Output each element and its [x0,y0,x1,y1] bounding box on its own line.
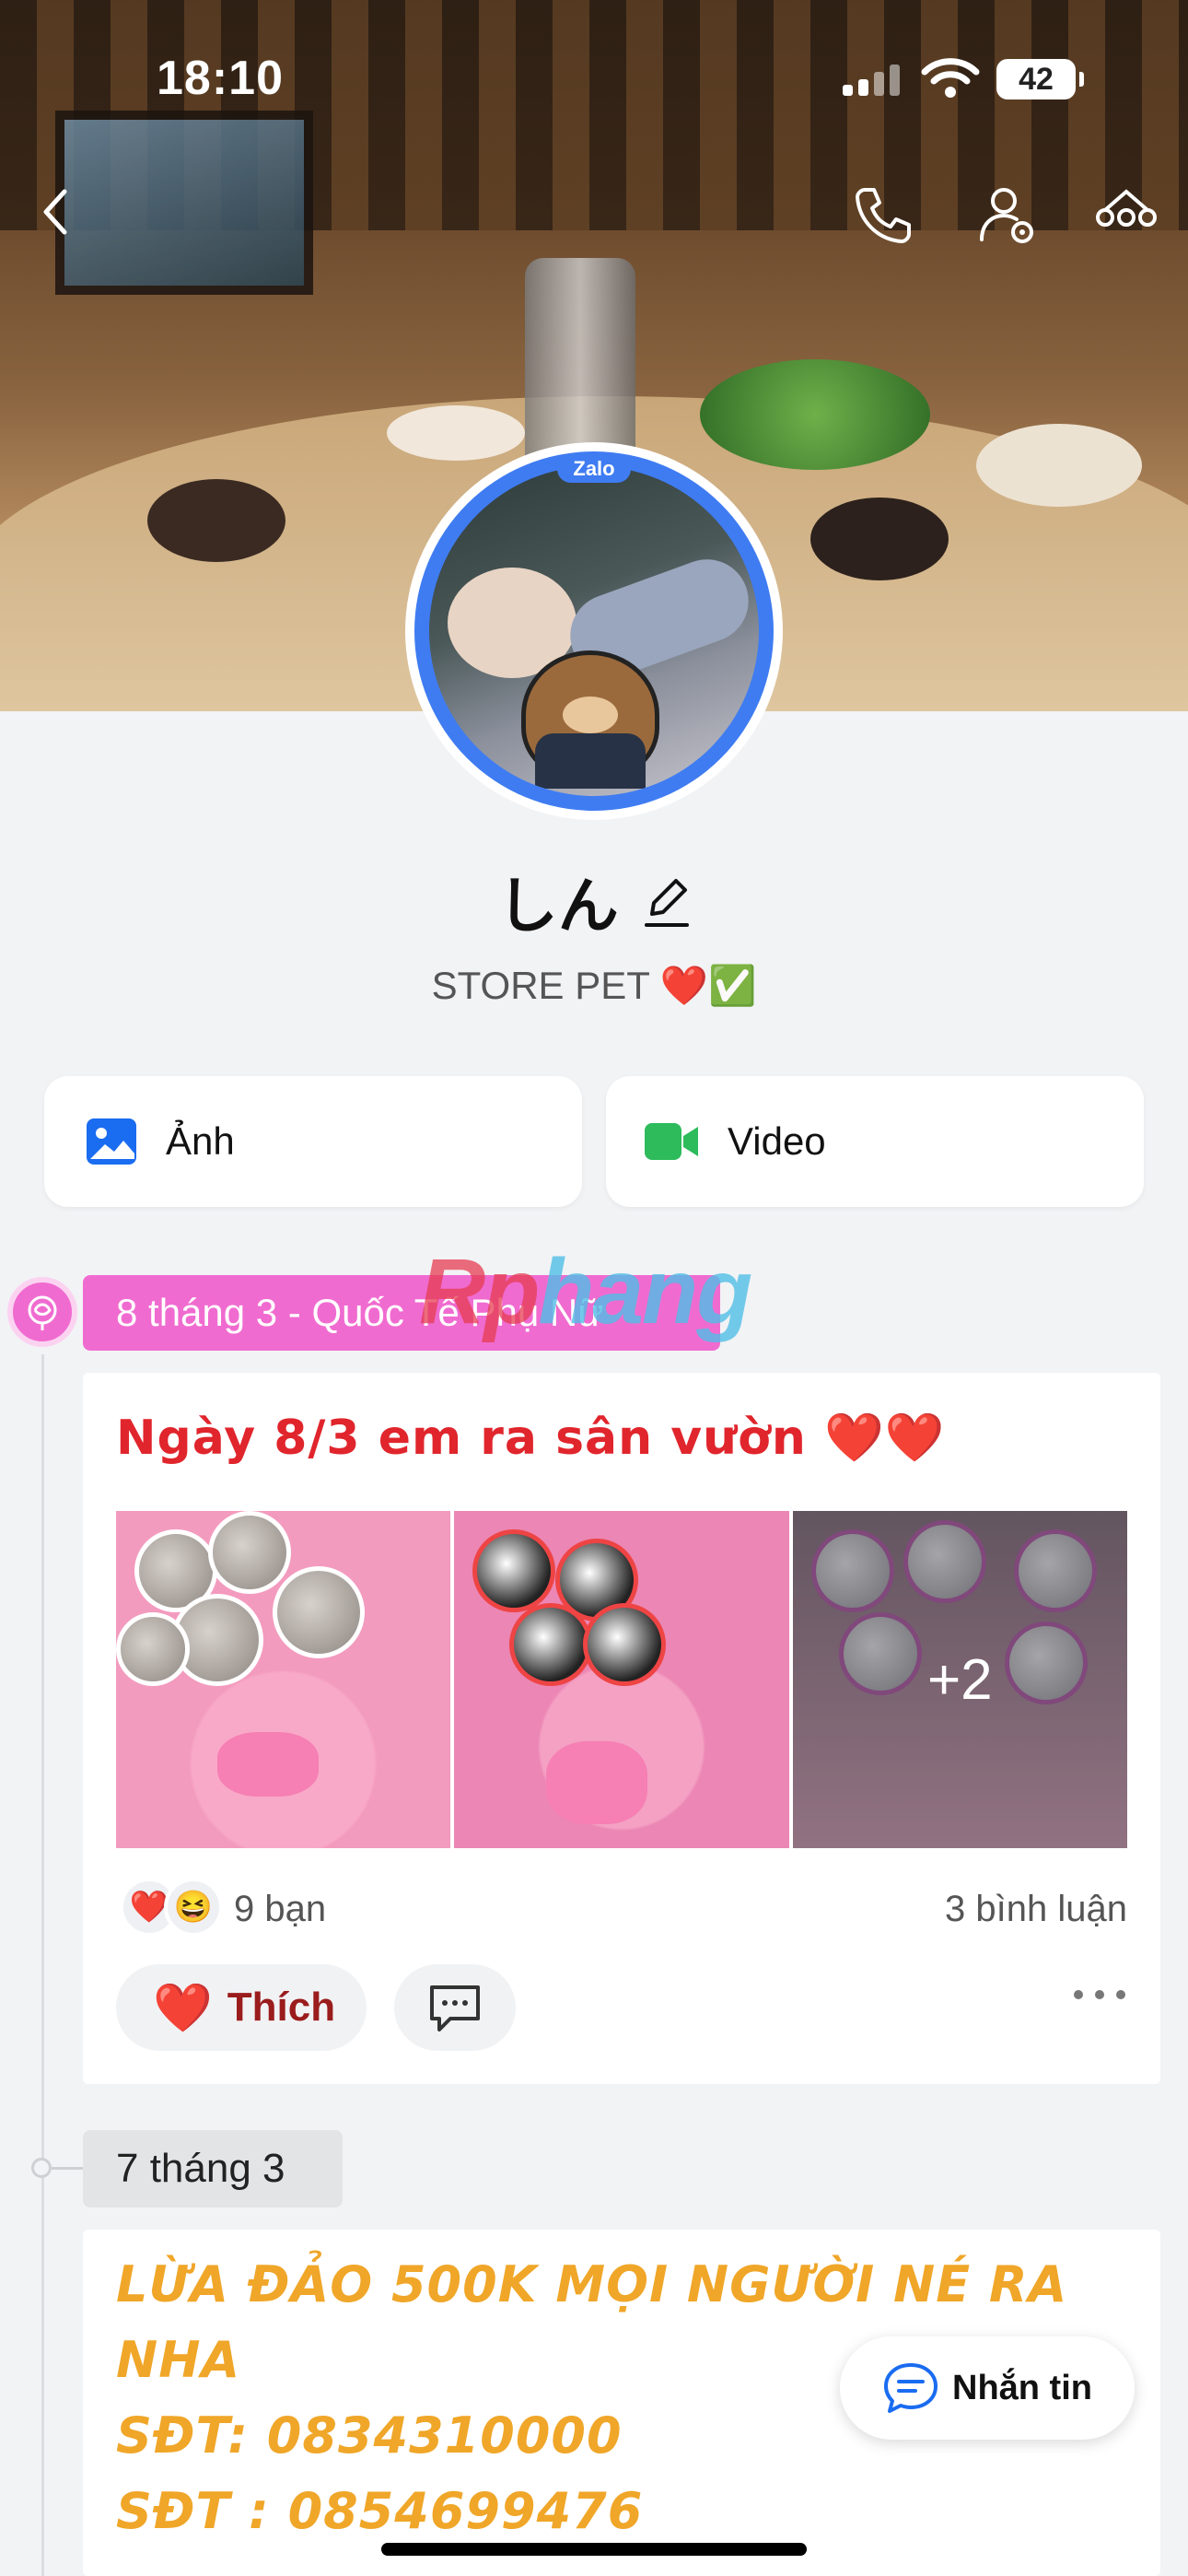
post-more-icon[interactable] [1072,1988,1127,2001]
reaction-count: 9 bạn [234,1889,327,1929]
more-photos-count: +2 [792,1511,1127,1848]
status-bar: 18:10 42 [0,0,1188,157]
post-text-line: LỪA ĐẢO 500K MỌI NGƯỜI NÉ RA [116,2255,1068,2313]
post-photo-grid: +2 [116,1511,1127,1848]
chat-bubble-icon [884,2363,938,2413]
profile-bio: STORE PET ❤️✅ [431,964,757,1007]
wifi-icon [921,58,980,98]
cellular-signal-icon [843,64,900,96]
post-photo-more[interactable]: +2 [792,1511,1127,1848]
post-photo[interactable] [454,1511,789,1848]
profile-avatar[interactable]: Zalo [405,442,783,820]
post-text-line: SĐT: 0834310000 [116,2406,623,2465]
post-card[interactable]: Ngày 8/3 em ra sân vườn ❤️❤️ +2 ❤️ 😆 9 b… [83,1373,1160,2084]
post-title: Ngày 8/3 em ra sân vườn ❤️❤️ [116,1411,946,1466]
video-camera-icon [645,1123,698,1160]
post-text-line: NHA [116,2331,241,2389]
photos-label: Ảnh [166,1119,235,1163]
home-indicator [381,2543,807,2556]
timeline-line [41,1354,44,2576]
send-message-label: Nhắn tin [952,2368,1092,2407]
cover-plate [976,424,1142,507]
heart-icon: ❤️ [153,1981,213,2035]
laugh-reaction-icon: 😆 [164,1878,223,1937]
send-message-button[interactable]: Nhắn tin [840,2336,1135,2440]
cover-greens [700,359,930,470]
user-settings-icon[interactable] [976,184,1041,249]
back-button[interactable] [37,184,74,240]
call-icon[interactable] [852,184,913,245]
like-label: Thích [227,1985,336,2030]
videos-button[interactable]: Video [606,1076,1144,1207]
profile-name: しん [496,872,619,940]
timeline-dot [31,2158,52,2178]
cover-bowl [810,498,949,580]
status-time: 18:10 [157,52,284,105]
comment-button[interactable] [394,1964,516,2051]
post-text-line: SĐT : 0854699476 [116,2482,644,2540]
rose-icon [7,1277,77,1347]
comment-icon [430,1985,480,2032]
comment-count[interactable]: 3 bình luận [945,1889,1127,1930]
cover-plate [387,405,525,461]
photos-button[interactable]: Ảnh [44,1076,582,1207]
watermark-logo: Rphang [419,1240,752,1343]
more-options-icon[interactable] [1094,184,1159,230]
videos-label: Video [728,1119,826,1163]
cover-bowl [147,479,285,562]
photo-icon [87,1118,136,1165]
post-photo[interactable] [116,1511,451,1848]
edit-name-icon[interactable] [643,873,691,929]
zalo-badge: Zalo [557,455,631,483]
profile-name-row: しん [0,857,1188,945]
like-button[interactable]: ❤️ Thích [116,1964,367,2051]
avatar-bear-sticker [521,650,659,789]
battery-indicator: 42 [996,59,1084,100]
timeline-connector [52,2167,83,2170]
timeline-tag: 7 tháng 3 [83,2130,343,2207]
avatar-image [429,466,759,796]
reaction-summary[interactable]: ❤️ 😆 9 bạn 3 bình luận [120,1870,1127,1944]
